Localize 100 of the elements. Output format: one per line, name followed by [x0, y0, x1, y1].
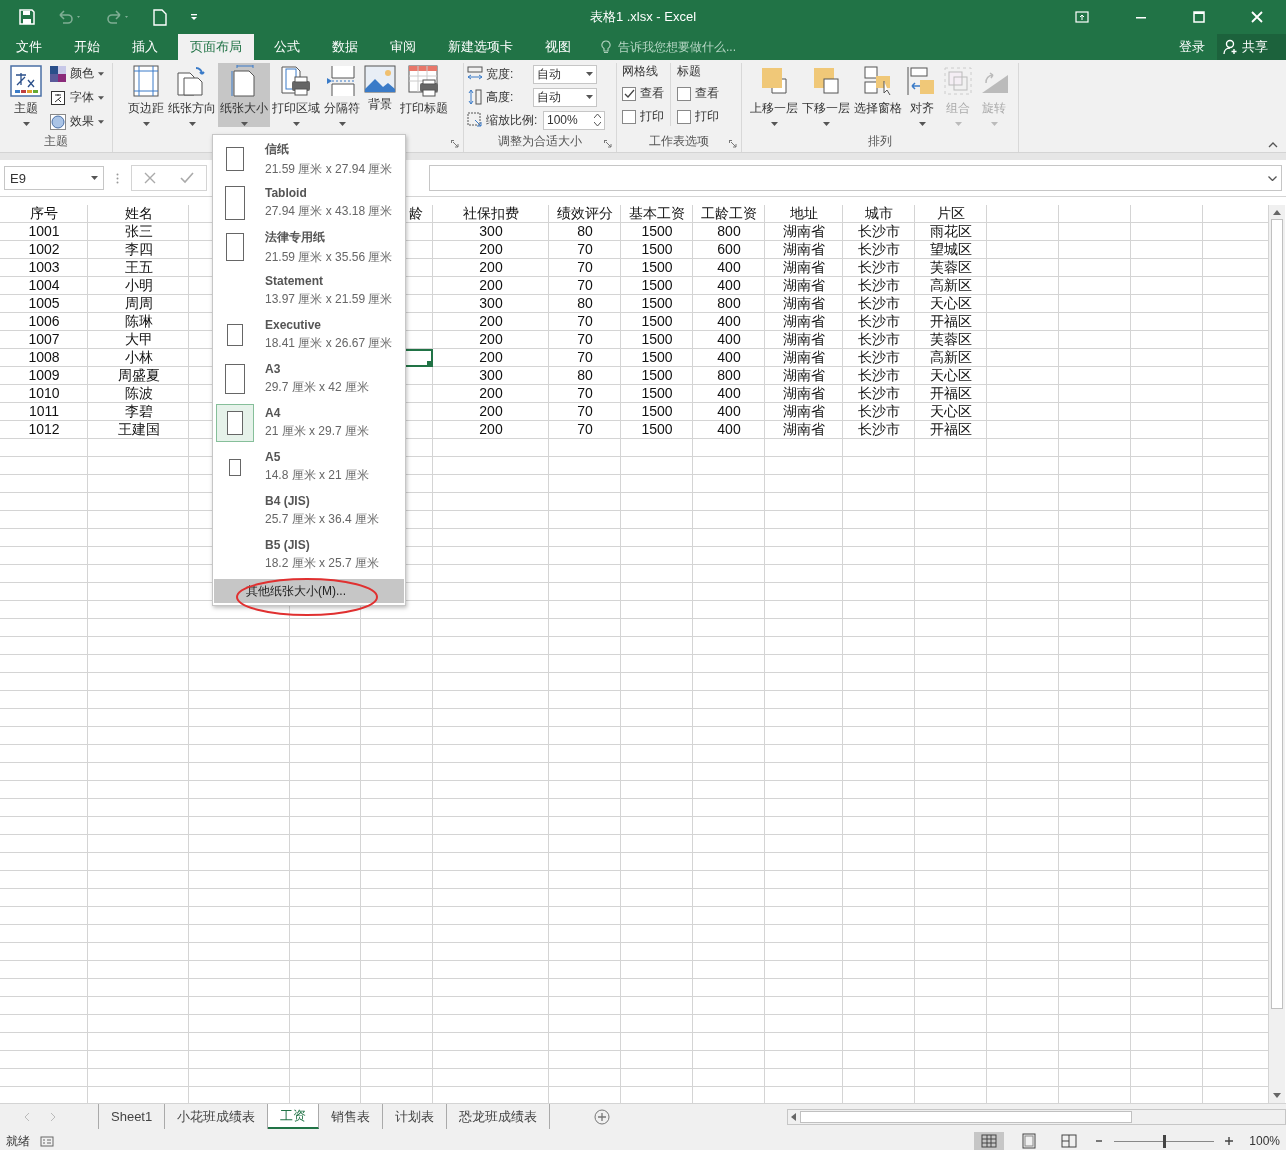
scroll-left-icon[interactable]: [791, 1112, 797, 1121]
ribbon-tab[interactable]: 开始: [62, 34, 112, 60]
collapse-ribbon-icon[interactable]: [1268, 142, 1278, 148]
ribbon-tab[interactable]: 插入: [120, 34, 170, 60]
table-cell-text: 70: [576, 277, 594, 295]
table-cell-text: 长沙市: [857, 313, 901, 331]
ribbon-button[interactable]: 选择窗格: [852, 63, 904, 127]
ribbon-button[interactable]: 页边距: [126, 63, 166, 127]
theme-option-button[interactable]: 字体: [50, 87, 104, 108]
theme-option-button[interactable]: 颜色: [50, 63, 104, 84]
table-cell-text: 湖南省: [782, 349, 826, 367]
table-cell-text: 湖南省: [782, 331, 826, 349]
scroll-up-icon[interactable]: [1273, 209, 1281, 215]
table-cell-text: 开福区: [929, 385, 973, 403]
maximize-icon[interactable]: [1193, 11, 1205, 23]
cancel-icon[interactable]: [144, 172, 156, 184]
table-cell-text: 300: [478, 223, 504, 241]
sheet-tab[interactable]: 工资: [268, 1104, 320, 1129]
ribbon-button[interactable]: 下移一层: [800, 63, 852, 127]
dialog-launcher-icon[interactable]: [604, 140, 612, 148]
table-cell-text: 200: [478, 277, 504, 295]
paper-size-option[interactable]: A5 14.8 厘米 x 21 厘米: [213, 445, 405, 489]
ribbon-button[interactable]: 上移一层: [748, 63, 800, 127]
tell-me-field[interactable]: 告诉我您想要做什么...: [616, 39, 770, 55]
zoom-in-icon[interactable]: [1224, 1136, 1234, 1146]
paper-size-option[interactable]: 法律专用纸 21.59 厘米 x 35.56 厘米: [213, 225, 405, 269]
ribbon-button[interactable]: 纸张大小: [218, 63, 270, 127]
table-cell-text: 1500: [640, 241, 674, 259]
ribbon-tab[interactable]: 文件: [4, 34, 54, 60]
table-header-cell-text: 社保扣费: [462, 205, 520, 223]
spinner-field[interactable]: 100%: [543, 110, 605, 130]
zoom-level-text[interactable]: 100%: [1244, 1134, 1280, 1148]
name-box[interactable]: E9: [4, 166, 104, 190]
horizontal-scrollbar[interactable]: [787, 1108, 1286, 1125]
customize-icon[interactable]: [189, 12, 199, 22]
group-label: 工作表选项: [648, 133, 710, 150]
save-icon[interactable]: [19, 9, 35, 25]
scroll-down-icon[interactable]: [1273, 1093, 1281, 1099]
table-cell-text: 湖南省: [782, 421, 826, 439]
checkbox[interactable]: 查看: [677, 84, 719, 103]
paper-size-option[interactable]: A4 21 厘米 x 29.7 厘米: [213, 401, 405, 445]
checkbox-box[interactable]: [677, 86, 691, 101]
checkbox-box[interactable]: [677, 109, 691, 124]
new-document-icon[interactable]: [153, 8, 167, 26]
paper-size-option[interactable]: B4 (JIS) 25.7 厘米 x 36.4 厘米: [213, 489, 405, 533]
ribbon-button[interactable]: 打印标题: [398, 63, 450, 127]
normal-view-icon[interactable]: [974, 1132, 1004, 1150]
spinner-arrows-icon[interactable]: [594, 113, 601, 127]
ribbon-tab[interactable]: 页面布局: [178, 34, 254, 60]
sign-in-link[interactable]: 登录: [1167, 34, 1217, 60]
checkbox[interactable]: 打印: [677, 107, 719, 126]
table-cell-text: 1500: [640, 259, 674, 277]
zoom-slider-thumb[interactable]: [1163, 1134, 1166, 1148]
ribbon-button[interactable]: 对齐: [904, 63, 940, 127]
table-cell-text: 1010: [27, 385, 61, 403]
paper-size-option[interactable]: Executive 18.41 厘米 x 26.67 厘米: [213, 313, 405, 357]
table-cell-text: 开福区: [929, 421, 973, 439]
checkbox-box[interactable]: [622, 109, 636, 124]
paper-size-option[interactable]: Tabloid 27.94 厘米 x 43.18 厘米: [213, 181, 405, 225]
theme-option-button[interactable]: 效果: [50, 111, 104, 132]
themes-button[interactable]: 主题: [8, 63, 44, 127]
ribbon-button[interactable]: 背景: [362, 63, 398, 127]
table-cell-text: 长沙市: [857, 223, 901, 241]
lightbulb-icon: [601, 40, 611, 54]
paper-size-option[interactable]: B5 (JIS) 18.2 厘米 x 25.7 厘米: [213, 533, 405, 577]
undo-icon[interactable]: [57, 9, 83, 25]
close-icon[interactable]: [1251, 11, 1263, 23]
margins-icon: [132, 65, 160, 97]
checkbox-box[interactable]: [622, 86, 636, 101]
table-cell-text: 芙蓉区: [929, 259, 973, 277]
vertical-scrollbar[interactable]: [1268, 205, 1285, 1103]
formula-field[interactable]: [429, 165, 1282, 191]
expand-icon[interactable]: [1268, 175, 1277, 181]
ribbon-button[interactable]: 纸张方向: [166, 63, 218, 127]
ribbon-tab[interactable]: 审阅: [378, 34, 428, 60]
paper-size-option[interactable]: 信纸 21.59 厘米 x 27.94 厘米: [213, 137, 405, 181]
paper-size-option[interactable]: A3 29.7 厘米 x 42 厘米: [213, 357, 405, 401]
check-icon[interactable]: [180, 172, 194, 184]
paper-size-option[interactable]: Statement 13.97 厘米 x 21.59 厘米: [213, 269, 405, 313]
ribbon-tab[interactable]: 新建选项卡: [436, 34, 525, 60]
caret-icon: [98, 95, 104, 100]
ribbon-display-icon[interactable]: [1075, 11, 1089, 23]
ribbon-button[interactable]: 分隔符: [322, 63, 362, 127]
ribbon-tab[interactable]: 数据: [320, 34, 370, 60]
redo-icon[interactable]: [105, 9, 131, 25]
print-titles-icon: [408, 65, 440, 97]
ribbon-tab[interactable]: 公式: [262, 34, 312, 60]
scale-icon: [467, 112, 483, 128]
dialog-launcher-icon[interactable]: [729, 140, 737, 148]
more-paper-sizes-item[interactable]: 其他纸张大小(M)...: [214, 579, 404, 603]
dropdown-field[interactable]: 自动: [533, 64, 597, 84]
share-button[interactable]: 共享: [1217, 34, 1286, 60]
macro-record-icon[interactable]: [40, 1135, 54, 1147]
checkbox[interactable]: 查看: [622, 84, 664, 103]
add-sheet-icon[interactable]: [594, 1108, 611, 1125]
checkbox[interactable]: 打印: [622, 107, 664, 126]
dropdown-field[interactable]: 自动: [533, 87, 597, 107]
ribbon-button[interactable]: 打印区域: [270, 63, 322, 127]
dialog-launcher-icon[interactable]: [451, 140, 459, 148]
ribbon-tab[interactable]: 视图: [533, 34, 583, 60]
